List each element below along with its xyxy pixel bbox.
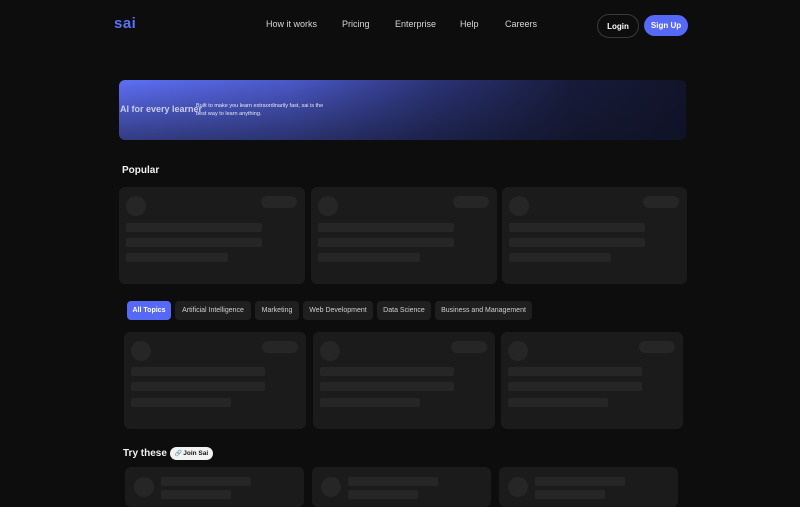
hero-title: AI for every learner [120, 104, 203, 114]
skeleton-line [348, 477, 438, 486]
skeleton-avatar [509, 196, 529, 216]
skeleton-line [535, 477, 625, 486]
skeleton-badge [262, 341, 298, 353]
tab-all-topics[interactable]: All Topics [127, 301, 171, 320]
skeleton-line [318, 253, 420, 262]
skeleton-line [508, 398, 608, 407]
tab-data-science[interactable]: Data Science [377, 301, 431, 320]
skeleton-line [318, 223, 454, 232]
logo[interactable]: sai [114, 15, 136, 32]
skeleton-line [320, 398, 420, 407]
nav-link-how-it-works[interactable]: How it works [266, 19, 317, 29]
signup-button[interactable]: Sign Up [644, 15, 688, 36]
skeleton-avatar [318, 196, 338, 216]
skeleton-line [509, 253, 611, 262]
tab-web-development[interactable]: Web Development [303, 301, 373, 320]
login-button[interactable]: Login [597, 14, 639, 38]
skeleton-line [161, 490, 231, 499]
nav-link-enterprise[interactable]: Enterprise [395, 19, 436, 29]
skeleton-badge [451, 341, 487, 353]
skeleton-badge [261, 196, 297, 208]
skeleton-avatar [134, 477, 154, 497]
skeleton-line [131, 367, 265, 376]
skeleton-avatar [508, 341, 528, 361]
skeleton-line [318, 238, 454, 247]
topic-card-skeleton [124, 332, 306, 429]
skeleton-avatar [321, 477, 341, 497]
skeleton-line [161, 477, 251, 486]
topic-card-skeleton [501, 332, 683, 429]
skeleton-line [509, 223, 645, 232]
try-card-skeleton [125, 467, 304, 507]
skeleton-line [126, 238, 262, 247]
popular-card-skeleton [119, 187, 305, 284]
nav-link-pricing[interactable]: Pricing [342, 19, 370, 29]
tab-artificial-intelligence[interactable]: Artificial Intelligence [175, 301, 251, 320]
popular-card-skeleton [311, 187, 497, 284]
skeleton-line [131, 382, 265, 391]
try-card-skeleton [499, 467, 678, 507]
join-sai-badge[interactable]: 🔗 Join Sai [170, 447, 213, 460]
skeleton-badge [643, 196, 679, 208]
join-sai-label: Join Sai [183, 450, 209, 457]
popular-section-title: Popular [122, 165, 160, 176]
skeleton-avatar [126, 196, 146, 216]
skeleton-line [348, 490, 418, 499]
tab-marketing[interactable]: Marketing [255, 301, 299, 320]
nav-link-careers[interactable]: Careers [505, 19, 537, 29]
topic-card-skeleton [313, 332, 495, 429]
skeleton-avatar [131, 341, 151, 361]
tab-business-and-management[interactable]: Business and Management [435, 301, 532, 320]
skeleton-line [320, 367, 454, 376]
try-card-skeleton [312, 467, 491, 507]
skeleton-line [535, 490, 605, 499]
try-these-section-title: Try these [123, 448, 167, 459]
skeleton-avatar [320, 341, 340, 361]
skeleton-line [509, 238, 645, 247]
nav-link-help[interactable]: Help [460, 19, 479, 29]
popular-card-skeleton [502, 187, 687, 284]
skeleton-line [126, 223, 262, 232]
link-icon: 🔗 [174, 451, 183, 457]
skeleton-line [508, 367, 642, 376]
skeleton-line [508, 382, 642, 391]
hero-banner: AI for every learner Built to make you l… [119, 80, 686, 140]
skeleton-avatar [508, 477, 528, 497]
skeleton-line [320, 382, 454, 391]
skeleton-badge [639, 341, 675, 353]
top-navbar: sai How it works Pricing Enterprise Help… [0, 0, 800, 50]
hero-description: Built to make you learn extraordinarily … [196, 103, 324, 117]
skeleton-line [131, 398, 231, 407]
skeleton-badge [453, 196, 489, 208]
skeleton-line [126, 253, 228, 262]
